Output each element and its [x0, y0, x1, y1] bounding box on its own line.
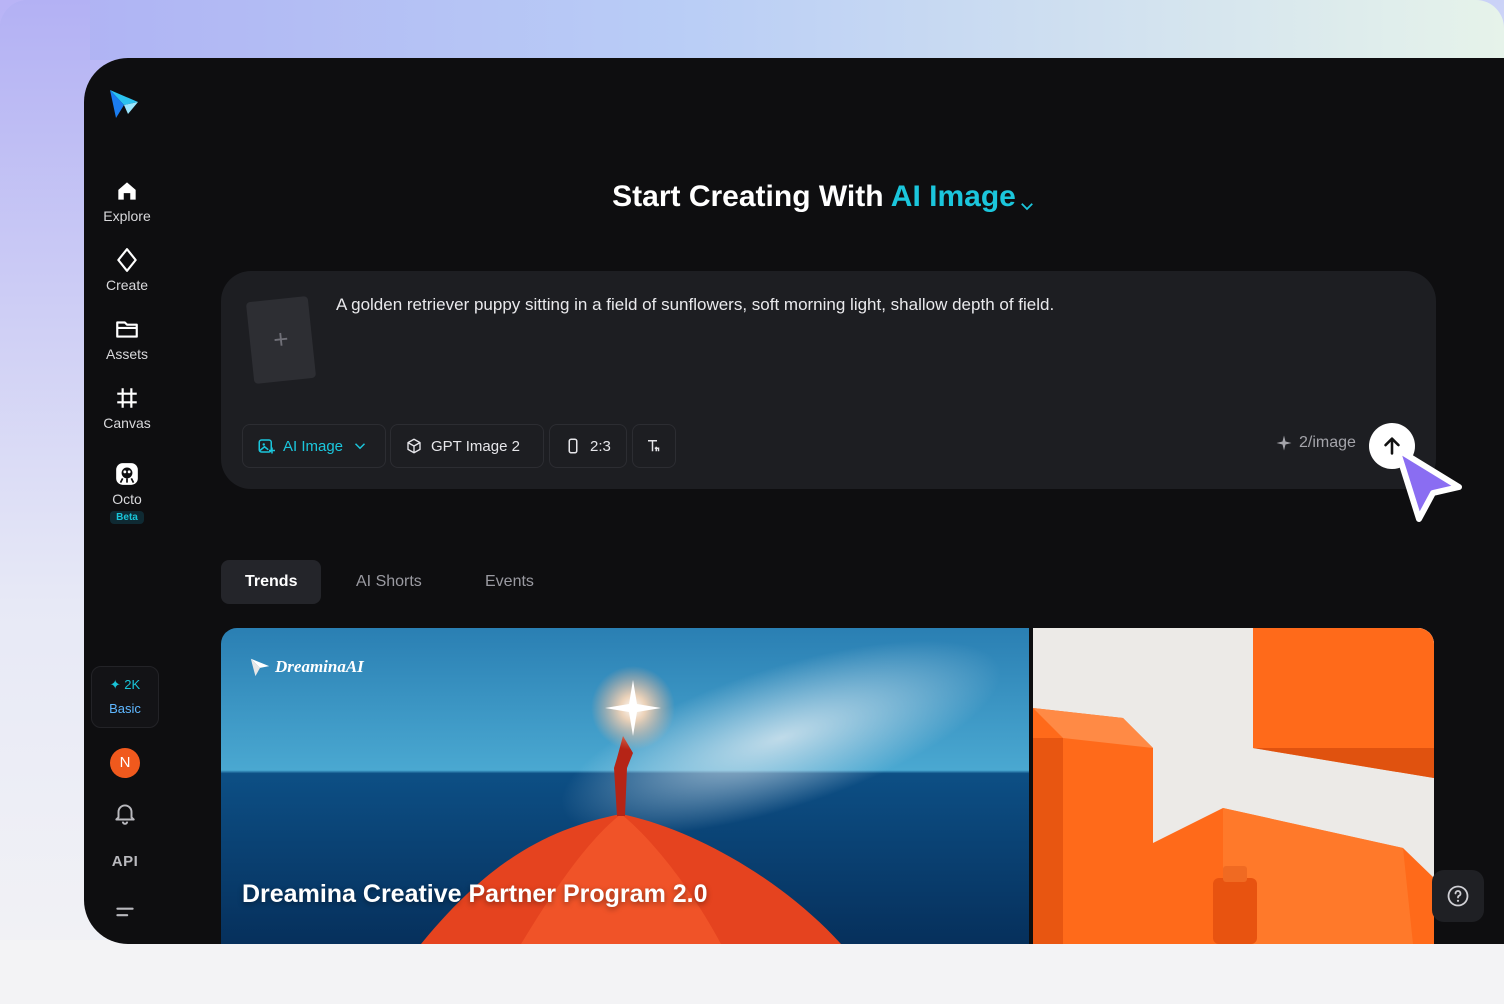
plan-label: Basic [109, 701, 141, 716]
tab-trends[interactable]: Trends [221, 560, 322, 604]
prompt-input[interactable]: A golden retriever puppy sitting in a fi… [336, 292, 1386, 318]
app-window: Explore Create Assets Canvas Octo Beta ✦… [84, 58, 1504, 944]
avatar[interactable]: N [110, 748, 140, 778]
add-reference-image-button[interactable]: + [245, 295, 317, 385]
brand-logo-icon [250, 658, 270, 677]
chevron-down-icon [355, 443, 366, 450]
mode-select-button[interactable]: AI Image [242, 424, 386, 468]
beta-badge: Beta [110, 511, 144, 524]
outer-backdrop-left [0, 0, 90, 1004]
featured-card-secondary[interactable] [1033, 628, 1434, 944]
sparkle-icon [1276, 435, 1292, 451]
portrait-ratio-icon [568, 438, 578, 454]
featured-card-partner-program[interactable]: DreaminaAI Dreamina Creative Partner Pro… [221, 628, 1029, 944]
outer-backdrop-top [0, 0, 1504, 60]
sparkle-diamond-icon [114, 247, 140, 273]
folder-icon [114, 316, 140, 342]
brand-logo: DreaminaAI [249, 656, 364, 678]
menu-icon[interactable] [112, 900, 138, 926]
app-logo[interactable] [106, 86, 142, 122]
question-circle-icon [1447, 885, 1469, 907]
tab-ai-shorts[interactable]: AI Shorts [332, 560, 446, 604]
canvas-grid-icon [114, 385, 140, 411]
page-title: Start Creating With AI Image [84, 180, 1504, 214]
featured-card-title: Dreamina Creative Partner Program 2.0 [242, 880, 708, 908]
prompt-card: + A golden retriever puppy sitting in a … [221, 271, 1436, 489]
secondary-card-image [1033, 628, 1434, 944]
sidebar-item-create[interactable]: Create [84, 247, 170, 293]
sidebar-item-label: Canvas [103, 415, 151, 431]
sidebar-item-label: Octo [112, 491, 142, 507]
cube-icon [407, 438, 421, 454]
sidebar-item-label: Assets [105, 346, 148, 362]
bell-icon[interactable] [112, 800, 138, 826]
credits-panel[interactable]: ✦ 2K Basic [91, 666, 159, 728]
sidebar-item-label: Create [105, 277, 149, 293]
sidebar-item-canvas[interactable]: Canvas [84, 385, 170, 431]
sidebar-item-assets[interactable]: Assets [84, 316, 170, 362]
octo-icon [114, 461, 140, 487]
model-select-button[interactable]: GPT Image 2 [390, 424, 544, 468]
mode-dropdown[interactable]: AI Image [891, 180, 1036, 213]
sidebar-item-octo[interactable]: Octo Beta [84, 461, 170, 524]
image-plus-icon [258, 439, 275, 454]
tab-events[interactable]: Events [461, 560, 558, 604]
cost-label: 2/image [1275, 434, 1356, 452]
api-link[interactable]: API [84, 853, 166, 870]
help-button[interactable] [1432, 870, 1484, 922]
outer-backdrop-bottom [0, 940, 1504, 1004]
aspect-ratio-button[interactable]: 2:3 [549, 424, 627, 468]
text-format-icon [648, 440, 660, 452]
mouse-cursor-icon [1394, 446, 1462, 522]
text-style-button[interactable] [632, 424, 676, 468]
credits-count: ✦ 2K [109, 677, 141, 692]
chevron-down-icon [1018, 189, 1036, 211]
